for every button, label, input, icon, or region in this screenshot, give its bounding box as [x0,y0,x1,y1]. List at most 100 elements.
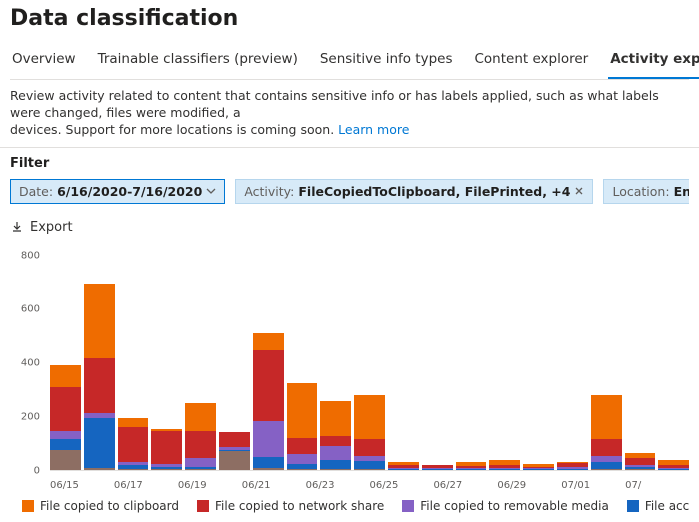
legend-swatch [197,500,209,512]
tab-overview[interactable]: Overview [10,41,78,79]
close-icon[interactable] [574,186,584,196]
bar-segment [320,460,351,470]
legend-swatch [22,500,34,512]
bar[interactable] [185,251,216,471]
filter-chip-activity-value: FileCopiedToClipboard, FilePrinted, +4 [298,184,570,199]
bar-segment [84,284,115,358]
bar-segment [219,432,250,447]
bar-segment [253,421,284,457]
bar-segment [185,431,216,459]
bar[interactable] [287,251,318,471]
description: Review activity related to content that … [10,88,689,139]
bar-segment [50,387,81,431]
bar-segment [354,395,385,439]
bar-segment [253,457,284,468]
x-tick: 07/01 [561,480,625,491]
tab-activity-explorer[interactable]: Activity explorer [608,41,699,79]
chevron-down-icon [206,186,216,196]
legend-label: File copied to clipboard [40,499,179,513]
bar[interactable] [422,251,453,471]
filter-chip-date-key: Date: [19,184,53,199]
bar[interactable] [320,251,351,471]
bar[interactable] [658,251,689,471]
learn-more-link[interactable]: Learn more [338,122,409,137]
legend-label: File copied to network share [215,499,384,513]
bar[interactable] [118,251,149,471]
bar-segment [253,350,284,422]
filter-chip-location-value: Endpoint [674,184,689,199]
bar[interactable] [253,251,284,471]
bar-segment [151,431,182,464]
filter-chip-date[interactable]: Date: 6/16/2020-7/16/2020 [10,179,225,204]
bar-segment [320,401,351,437]
legend-swatch [627,500,639,512]
filter-chip-activity[interactable]: Activity: FileCopiedToClipboard, FilePri… [235,179,593,204]
tab-content-explorer[interactable]: Content explorer [473,41,591,79]
x-tick: 06/27 [433,480,497,491]
x-axis-labels: 06/1506/1706/1906/2106/2306/2506/2706/29… [50,480,689,491]
bar[interactable] [591,251,622,471]
bar[interactable] [219,251,250,471]
legend-item[interactable]: File copied to removable media [402,499,609,513]
x-tick: 07/ [625,480,689,491]
bar-segment [84,418,115,468]
filter-chip-location[interactable]: Location: Endpoint [603,179,689,204]
x-tick: 06/21 [242,480,306,491]
bar[interactable] [523,251,554,471]
bar[interactable] [84,251,115,471]
bar-segment [50,450,81,471]
bar-segment [118,427,149,463]
filter-chip-date-value: 6/16/2020-7/16/2020 [57,184,202,199]
x-tick: 06/25 [370,480,434,491]
bar-segment [185,458,216,466]
tab-sensitive-info-types[interactable]: Sensitive info types [318,41,455,79]
bar[interactable] [456,251,487,471]
x-tick: 06/23 [306,480,370,491]
bar[interactable] [151,251,182,471]
bar[interactable] [388,251,419,471]
chart-legend: File copied to clipboard File copied to n… [10,499,689,513]
filter-chips: Date: 6/16/2020-7/16/2020 Activity: File… [10,179,689,204]
bar-segment [118,418,149,426]
y-axis: 8006004002000 [10,245,44,471]
legend-item[interactable]: File copied to network share [197,499,384,513]
legend-label: File copied to removable media [420,499,609,513]
bar-segment [185,403,216,431]
bar-segment [591,462,622,469]
bar-segment [84,358,115,413]
x-tick: 06/19 [178,480,242,491]
tab-trainable-classifiers-preview[interactable]: Trainable classifiers (preview) [96,41,300,79]
legend-swatch [402,500,414,512]
legend-item[interactable]: File copied to clipboard [22,499,179,513]
legend-item[interactable]: File accessed by unallowed app [627,499,689,513]
legend-label: File accessed by unallowed app [645,499,689,513]
bar-segment [591,395,622,439]
tabs: Overview Trainable classifiers (preview) S… [10,41,689,80]
bar-segment [287,383,318,438]
y-tick: 600 [10,304,44,315]
bar[interactable] [557,251,588,471]
description-text-2: devices. Support for more locations is c… [10,122,338,137]
export-button[interactable]: Export [10,218,73,237]
bar-segment [50,431,81,439]
bar-segment [320,436,351,446]
bar-segment [320,446,351,460]
bar[interactable] [625,251,656,471]
page-title: Data classification [10,6,689,31]
activity-chart: 8006004002000 06/1506/1706/1906/2106/230… [10,245,689,495]
bar-segment [354,461,385,469]
bar[interactable] [354,251,385,471]
bar-segment [591,456,622,463]
bar[interactable] [489,251,520,471]
chart-plot [50,251,689,471]
bar-segment [354,439,385,456]
bar-segment [219,451,250,470]
x-axis-line [50,470,689,471]
y-tick: 200 [10,411,44,422]
bar-segment [287,438,318,455]
x-tick: 06/29 [497,480,561,491]
divider [0,147,699,148]
bar[interactable] [50,251,81,471]
y-tick: 0 [10,465,44,476]
filter-heading: Filter [10,156,689,171]
